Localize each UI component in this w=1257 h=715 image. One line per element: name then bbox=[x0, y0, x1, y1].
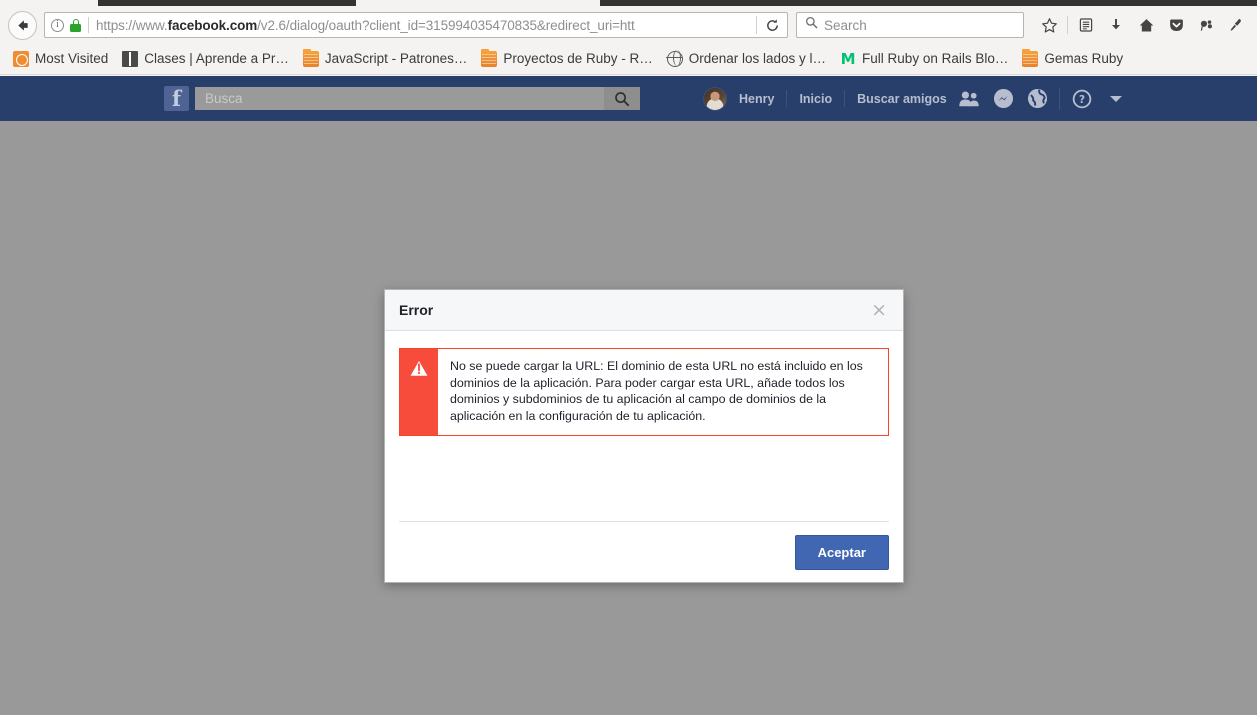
page-viewport: f Busca Henry Inicio Buscar amigos ? Err… bbox=[0, 76, 1257, 715]
padlock-icon[interactable] bbox=[70, 18, 81, 32]
bookmark-label: JavaScript - Patrones… bbox=[324, 51, 468, 66]
facebook-nav: Henry Inicio Buscar amigos bbox=[703, 76, 959, 121]
header-icons-divider bbox=[1059, 87, 1060, 110]
bookmarks-bar: Most Visited Clases | Aprende a Pr… Java… bbox=[0, 43, 1257, 75]
browser-navigation-bar: https://www.facebook.com/v2.6/dialog/oau… bbox=[0, 7, 1257, 43]
url-bar[interactable]: https://www.facebook.com/v2.6/dialog/oau… bbox=[44, 12, 788, 38]
account-chevron-down-icon[interactable] bbox=[1099, 82, 1133, 116]
most-visited-icon bbox=[13, 50, 29, 67]
warning-triangle-icon bbox=[400, 349, 438, 435]
browser-tab[interactable] bbox=[98, 0, 356, 6]
facebook-search-bar[interactable]: Busca bbox=[195, 87, 640, 110]
friend-requests-icon[interactable] bbox=[952, 82, 986, 116]
sidebar-item-inicio[interactable]: Inicio bbox=[787, 92, 844, 106]
bookmark-proyectos-ruby[interactable]: Proyectos de Ruby - R… bbox=[474, 47, 659, 71]
toolbar-divider bbox=[1067, 16, 1068, 34]
bookmark-label: Ordenar los lados y l… bbox=[688, 51, 827, 66]
bookmark-label: Most Visited bbox=[35, 51, 109, 66]
url-separator bbox=[88, 17, 89, 33]
notifications-globe-icon[interactable] bbox=[1020, 82, 1054, 116]
reload-button[interactable] bbox=[757, 13, 787, 38]
browser-tab-strip bbox=[0, 0, 1257, 7]
reload-icon bbox=[766, 18, 778, 31]
back-button[interactable] bbox=[8, 10, 37, 40]
reader-view-icon[interactable] bbox=[1071, 11, 1101, 39]
eyedropper-icon[interactable] bbox=[1221, 11, 1251, 39]
dialog-body: No se puede cargar la URL: El dominio de… bbox=[385, 331, 903, 521]
bookmark-full-ruby-on-rails-blog[interactable]: M Full Ruby on Rails Blo… bbox=[833, 47, 1015, 71]
profile-name[interactable]: Henry bbox=[727, 92, 786, 106]
url-text[interactable]: https://www.facebook.com/v2.6/dialog/oau… bbox=[96, 18, 756, 33]
close-icon[interactable]: × bbox=[869, 300, 889, 320]
home-icon[interactable] bbox=[1131, 11, 1161, 39]
site-identity-block[interactable] bbox=[45, 18, 81, 32]
help-icon[interactable]: ? bbox=[1065, 82, 1099, 116]
error-dialog: Error × No se puede cargar la URL: El do… bbox=[384, 289, 904, 583]
url-domain: facebook.com bbox=[167, 17, 258, 33]
svg-text:?: ? bbox=[1079, 94, 1085, 106]
browser-search-bar[interactable]: Search bbox=[796, 12, 1024, 38]
bookmark-most-visited[interactable]: Most Visited bbox=[6, 47, 115, 71]
dialog-footer: Aceptar bbox=[385, 522, 903, 582]
facebook-header: f Busca Henry Inicio Buscar amigos ? bbox=[0, 76, 1257, 121]
bookmark-clases[interactable]: Clases | Aprende a Pr… bbox=[115, 47, 296, 71]
browser-toolbar-icons bbox=[1024, 11, 1257, 39]
back-arrow-icon bbox=[18, 19, 28, 31]
facebook-header-icons: ? bbox=[952, 76, 1133, 121]
bookmark-gemas-ruby[interactable]: Gemas Ruby bbox=[1015, 47, 1130, 71]
globe-icon bbox=[666, 49, 683, 67]
bookmark-javascript-patrones[interactable]: JavaScript - Patrones… bbox=[296, 47, 475, 71]
pocket-icon[interactable] bbox=[1161, 11, 1191, 39]
bookmark-label: Proyectos de Ruby - R… bbox=[503, 51, 653, 66]
book-icon bbox=[122, 50, 139, 67]
facebook-search-button[interactable] bbox=[604, 87, 640, 110]
browser-tab-active[interactable] bbox=[600, 0, 1257, 6]
facebook-logo[interactable]: f bbox=[164, 86, 189, 111]
bookmark-ordenar-los-lados[interactable]: Ordenar los lados y l… bbox=[660, 47, 833, 71]
medium-icon: M bbox=[840, 49, 856, 68]
folder-icon bbox=[302, 48, 319, 67]
search-input-placeholder[interactable]: Search bbox=[824, 18, 867, 33]
error-message-box: No se puede cargar la URL: El dominio de… bbox=[399, 348, 889, 436]
bookmark-label: Clases | Aprende a Pr… bbox=[144, 51, 289, 66]
folder-icon bbox=[1022, 48, 1039, 67]
search-icon bbox=[805, 16, 818, 34]
bookmark-star-icon[interactable] bbox=[1034, 11, 1064, 39]
error-message-text: No se puede cargar la URL: El dominio de… bbox=[450, 359, 863, 423]
dialog-header: Error × bbox=[385, 290, 903, 331]
url-prefix: https://www. bbox=[96, 17, 168, 33]
messenger-icon[interactable] bbox=[986, 82, 1020, 116]
downloads-icon[interactable] bbox=[1101, 11, 1131, 39]
sidebar-item-buscar-amigos[interactable]: Buscar amigos bbox=[845, 92, 959, 106]
info-icon[interactable] bbox=[51, 18, 64, 32]
avatar[interactable] bbox=[703, 86, 727, 111]
bookmark-label: Full Ruby on Rails Blo… bbox=[862, 51, 1009, 66]
folder-icon bbox=[481, 48, 498, 67]
url-path: /v2.6/dialog/oauth?client_id=31599403547… bbox=[257, 17, 635, 33]
ghostery-icon[interactable] bbox=[1191, 11, 1221, 39]
search-icon bbox=[615, 91, 630, 106]
accept-button[interactable]: Aceptar bbox=[794, 534, 889, 570]
bookmark-label: Gemas Ruby bbox=[1044, 51, 1124, 66]
facebook-search-input-placeholder[interactable]: Busca bbox=[195, 91, 604, 106]
dialog-title: Error bbox=[399, 302, 434, 318]
